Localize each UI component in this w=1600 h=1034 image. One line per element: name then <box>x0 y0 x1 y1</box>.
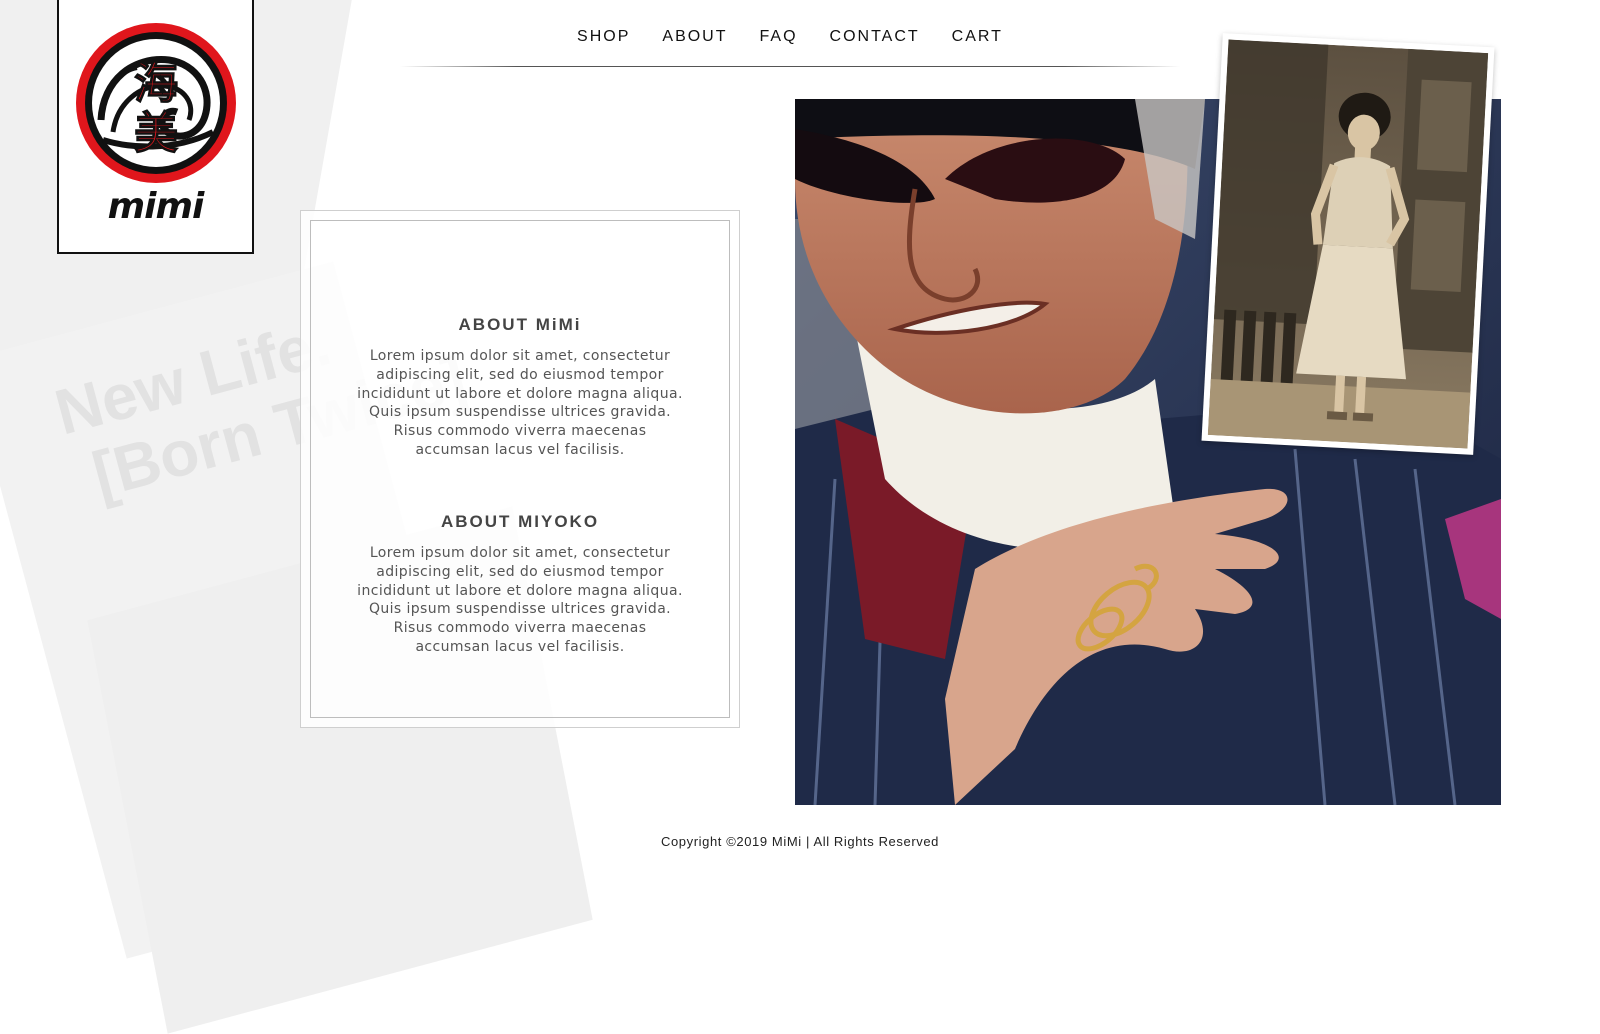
about-card: ABOUT MiMi Lorem ipsum dolor sit amet, c… <box>300 210 740 728</box>
footer-copyright: Copyright ©2019 MiMi | All Rights Reserv… <box>660 834 940 849</box>
brand-logo[interactable]: 海 美 mimi <box>57 0 254 254</box>
wave-emblem-icon: 海 美 <box>76 23 236 183</box>
logo-kanji-top: 海 <box>134 58 178 109</box>
logo-wordmark: mimi <box>107 186 205 227</box>
nav-cart[interactable]: CART <box>952 28 1003 46</box>
nav-shop[interactable]: SHOP <box>577 28 630 46</box>
nav-faq[interactable]: FAQ <box>760 28 798 46</box>
vintage-photo <box>1201 33 1495 455</box>
about-miyoko-section: ABOUT MIYOKO Lorem ipsum dolor sit amet,… <box>311 512 729 657</box>
about-mimi-section: ABOUT MiMi Lorem ipsum dolor sit amet, c… <box>311 315 729 460</box>
nav-divider <box>400 66 1180 67</box>
nav-about[interactable]: ABOUT <box>662 28 727 46</box>
logo-kanji-bottom: 美 <box>134 108 178 159</box>
about-miyoko-text: Lorem ipsum dolor sit amet, consectetur … <box>357 545 683 655</box>
nav-contact[interactable]: CONTACT <box>830 28 920 46</box>
about-mimi-heading: ABOUT MiMi <box>458 315 582 334</box>
main-nav: SHOP ABOUT FAQ CONTACT CART <box>400 28 1180 46</box>
about-card-inner-border: ABOUT MiMi Lorem ipsum dolor sit amet, c… <box>310 220 730 718</box>
about-miyoko-heading: ABOUT MIYOKO <box>440 512 600 531</box>
about-mimi-text: Lorem ipsum dolor sit amet, consectetur … <box>357 348 683 458</box>
